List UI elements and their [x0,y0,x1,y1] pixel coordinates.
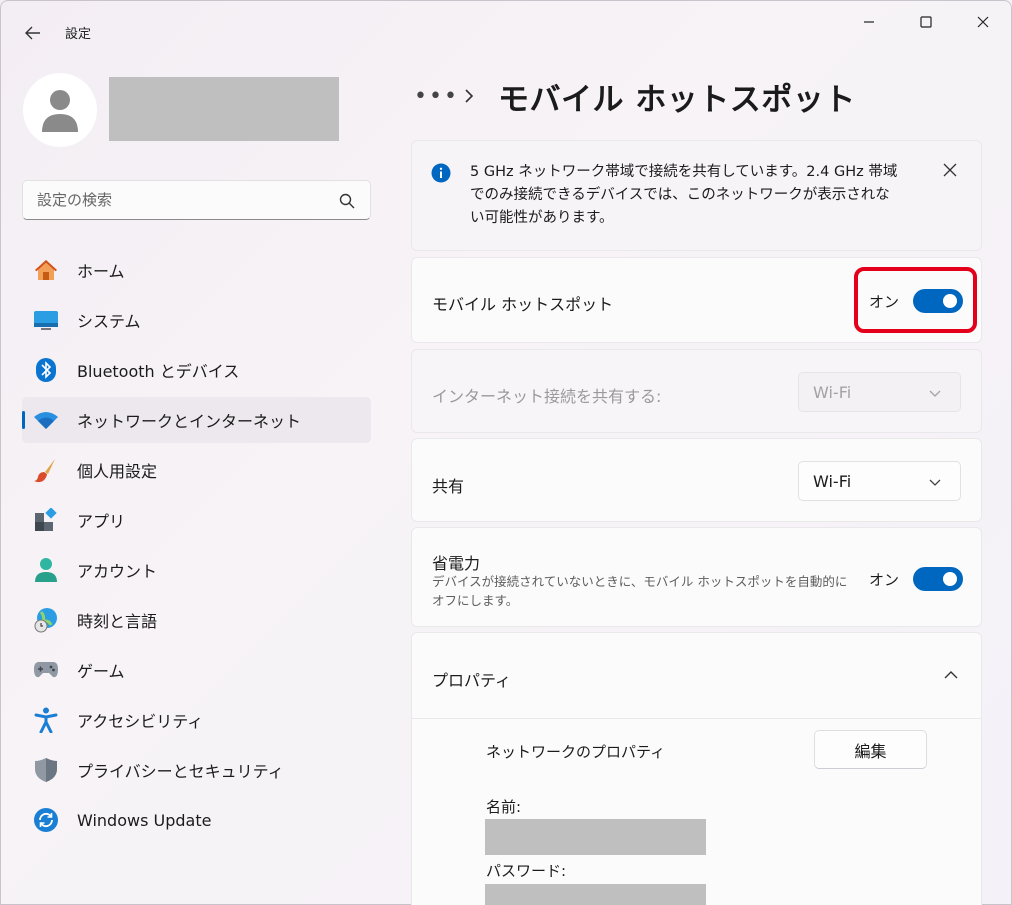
toggle-knob [943,572,958,586]
sidebar-item-windows-update[interactable]: Windows Update [22,797,371,843]
sidebar-item-label: アプリ [77,512,126,531]
sidebar-item-label: システム [77,312,141,331]
network-name-redacted [485,819,706,855]
sidebar-item-time-language[interactable]: 時刻と言語 [22,597,371,643]
minimize-icon [864,21,874,23]
page-title: モバイル ホットスポット [498,81,856,118]
sidebar-item-system[interactable]: システム [22,297,371,343]
back-arrow-icon [25,26,40,40]
sidebar-item-label: アクセシビリティ [77,712,204,731]
info-bar: 5 GHz ネットワーク帯域で接続を共有しています。2.4 GHz 帯域でのみ接… [411,140,982,251]
globe-clock-icon [33,607,59,633]
sidebar-item-label: ゲーム [77,662,125,681]
sidebar-item-label: Windows Update [77,810,212,830]
breadcrumb: ••• モバイル ホットスポット [414,73,856,119]
info-close-button[interactable] [939,159,961,181]
share-over-card: 共有 Wi-Fi [411,438,982,522]
chevron-right-icon [454,88,484,104]
password-label: パスワード: [486,862,567,880]
properties-header[interactable]: プロパティ [412,633,981,719]
sidebar-item-label: 個人用設定 [77,462,158,481]
shield-icon [33,757,59,783]
bluetooth-icon [33,357,59,383]
share-connection-dropdown: Wi-Fi [798,372,961,412]
back-button[interactable] [19,19,47,47]
gamepad-icon [33,657,59,683]
sidebar-item-personalization[interactable]: 個人用設定 [22,447,371,493]
info-text: 5 GHz ネットワーク帯域で接続を共有しています。2.4 GHz 帯域でのみ接… [470,164,898,226]
user-icon [42,90,78,132]
sidebar-item-accounts[interactable]: アカウント [22,547,371,593]
chevron-down-icon [929,479,941,486]
sidebar-item-label: アカウント [77,562,158,581]
sidebar-item-bluetooth[interactable]: Bluetooth とデバイス [22,347,371,393]
share-over-label: 共有 [432,477,465,496]
paintbrush-icon [33,457,59,483]
sidebar-item-privacy[interactable]: プライバシーとセキュリティ [22,747,371,793]
close-icon [977,16,989,28]
settings-window: 設定 ホーム システム [0,0,1012,905]
sidebar-nav: ホーム システム Bluetooth とデバイス ネットワークとインターネット … [22,247,371,847]
share-over-dropdown[interactable]: Wi-Fi [798,461,961,501]
breadcrumb-more-button[interactable]: ••• [414,84,457,109]
chevron-down-icon [929,390,941,397]
power-saving-description: デバイスが接続されていないときに、モバイル ホットスポットを自動的にオフにします… [432,574,848,608]
account-icon [33,557,59,583]
share-connection-card: インターネット接続を共有する: Wi-Fi [411,349,982,433]
close-icon [943,163,957,177]
maximize-icon [920,16,932,28]
share-over-value: Wi-Fi [813,471,852,491]
sidebar-item-gaming[interactable]: ゲーム [22,647,371,693]
app-title: 設定 [65,27,92,42]
info-icon [431,163,451,183]
edit-button[interactable]: 編集 [814,730,927,769]
name-label: 名前: [486,798,522,816]
title-bar: 設定 [1,1,1012,63]
update-icon [33,807,59,833]
chevron-up-icon[interactable] [943,667,959,683]
sidebar-item-label: 時刻と言語 [77,612,158,631]
properties-title: プロパティ [432,671,512,690]
sidebar-item-label: プライバシーとセキュリティ [77,762,284,781]
sidebar-item-label: Bluetooth とデバイス [77,362,240,381]
user-name-redacted [109,77,339,141]
apps-icon [33,507,59,533]
wifi-icon [33,407,59,433]
minimize-button[interactable] [841,5,897,39]
properties-card: プロパティ ネットワークのプロパティ 編集 名前: パスワード: [411,632,982,905]
power-saving-state-text: オン [869,570,900,589]
power-saving-toggle-group: オン [869,567,964,591]
search-input[interactable] [23,181,323,219]
sidebar-item-accessibility[interactable]: アクセシビリティ [22,697,371,743]
system-icon [33,307,59,333]
highlight-annotation [854,267,977,333]
search-icon[interactable] [338,192,356,210]
sidebar-item-label: ホーム [77,262,125,281]
sidebar-item-apps[interactable]: アプリ [22,497,371,543]
maximize-button[interactable] [898,5,954,39]
sidebar-item-network[interactable]: ネットワークとインターネット [22,397,371,443]
power-saving-label: 省電力 [432,554,481,573]
share-connection-label: インターネット接続を共有する: [432,387,662,406]
network-password-redacted [485,884,706,905]
share-connection-value: Wi-Fi [813,382,852,402]
home-icon [33,257,59,283]
close-window-button[interactable] [955,5,1011,39]
sidebar-item-home[interactable]: ホーム [22,247,371,293]
network-properties-label: ネットワークのプロパティ [486,743,666,761]
power-saving-card: 省電力 デバイスが接続されていないときに、モバイル ホットスポットを自動的にオフ… [411,527,982,627]
sidebar-item-label: ネットワークとインターネット [77,412,302,431]
accessibility-icon [33,707,59,733]
power-saving-toggle-switch[interactable] [913,567,964,591]
search-box[interactable] [22,180,371,220]
hotspot-label: モバイル ホットスポット [432,295,614,314]
avatar[interactable] [23,73,97,147]
